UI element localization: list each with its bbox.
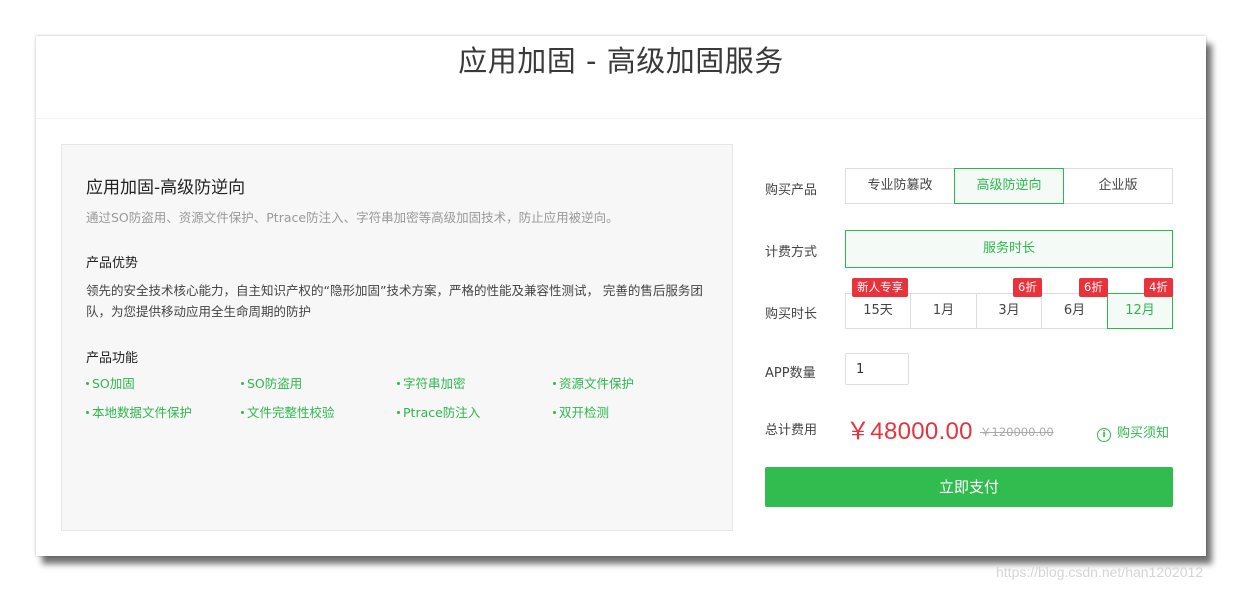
feature-item: 资源文件保护 <box>553 373 634 392</box>
bullet-icon <box>397 382 400 385</box>
duration-option-15d[interactable]: 15天 <box>845 293 911 329</box>
watermark: https://blog.csdn.net/han1202012 <box>996 564 1204 580</box>
feature-item: Ptrace防注入 <box>397 402 480 421</box>
bullet-icon <box>241 411 244 414</box>
feature-item: SO防盗用 <box>241 373 302 392</box>
pay-now-button[interactable]: 立即支付 <box>765 467 1173 507</box>
feature-item: 本地数据文件保护 <box>86 402 192 421</box>
total-label: 总计费用 <box>765 423 818 438</box>
bullet-icon <box>86 382 89 385</box>
feature-item: SO加固 <box>86 373 135 392</box>
duration-option-12m[interactable]: 12月 <box>1107 293 1173 329</box>
purchase-notice-link[interactable]: i 购买须知 <box>1097 422 1169 442</box>
discount-badge: 6折 <box>1079 278 1108 297</box>
info-icon: i <box>1097 428 1111 442</box>
duration-option-6m[interactable]: 6月 <box>1041 293 1108 329</box>
duration-option-3m[interactable]: 3月 <box>976 293 1042 329</box>
feature-item: 文件完整性校验 <box>241 402 335 421</box>
order-card: 应用加固 - 高级加固服务 应用加固-高级防逆向 通过SO防盗用、资源文件保护、… <box>36 36 1206 556</box>
product-title: 应用加固-高级防逆向 <box>86 178 246 198</box>
feature-item: 字符串加密 <box>397 373 466 392</box>
product-label: 购买产品 <box>765 183 818 198</box>
product-description-panel: 应用加固-高级防逆向 通过SO防盗用、资源文件保护、Ptrace防注入、字符串加… <box>61 144 733 531</box>
bullet-icon <box>397 411 400 414</box>
feature-item: 双开检测 <box>553 402 609 421</box>
billing-label: 计费方式 <box>765 245 818 260</box>
bullet-icon <box>553 411 556 414</box>
duration-label: 购买时长 <box>765 307 818 322</box>
bullet-icon <box>241 382 244 385</box>
newcomer-badge: 新人专享 <box>852 278 908 297</box>
page-title: 应用加固 - 高级加固服务 <box>458 44 784 78</box>
product-option-enterprise[interactable]: 企业版 <box>1063 168 1173 204</box>
card-header: 应用加固 - 高级加固服务 <box>36 36 1206 119</box>
total-price: ￥48000.00 <box>846 418 973 445</box>
billing-option-duration[interactable]: 服务时长 <box>845 230 1173 268</box>
duration-option-1m[interactable]: 1月 <box>910 293 977 329</box>
advantage-text: 领先的安全技术核心能力，自主知识产权的“隐形加固”技术方案，严格的性能及兼容性测… <box>86 283 703 319</box>
product-option-anti-reverse[interactable]: 高级防逆向 <box>954 168 1064 204</box>
bullet-icon <box>553 382 556 385</box>
discount-badge: 4折 <box>1144 278 1173 297</box>
original-price: ￥120000.00 <box>980 425 1054 439</box>
bullet-icon <box>86 411 89 414</box>
app-quantity-input[interactable] <box>845 353 909 385</box>
app-quantity-label: APP数量 <box>765 366 816 381</box>
advantage-heading: 产品优势 <box>86 256 139 271</box>
discount-badge: 6折 <box>1013 278 1042 297</box>
product-subtitle: 通过SO防盗用、资源文件保护、Ptrace防注入、字符串加密等高级加固技术，防止… <box>86 210 619 225</box>
function-heading: 产品功能 <box>86 351 139 366</box>
product-option-tamper[interactable]: 专业防篡改 <box>845 168 955 204</box>
